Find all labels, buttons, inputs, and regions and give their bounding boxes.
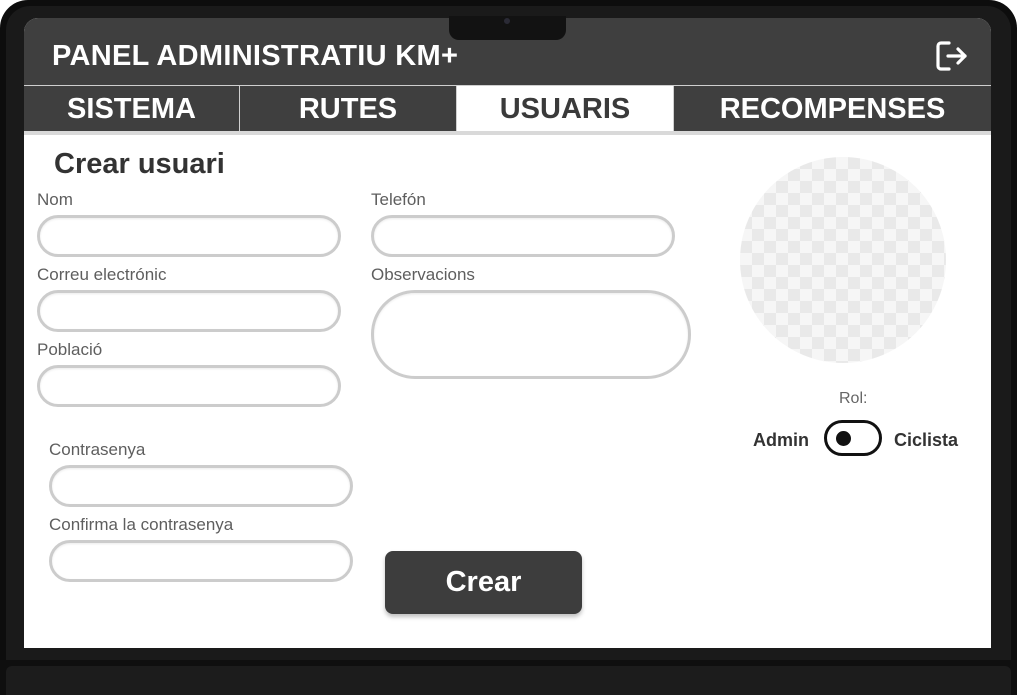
correu-label: Correu electrónic xyxy=(37,265,167,284)
avatar-placeholder[interactable] xyxy=(740,157,946,363)
logout-icon[interactable] xyxy=(935,39,969,73)
role-toggle[interactable] xyxy=(824,420,882,456)
tab-rutes[interactable]: RUTES xyxy=(240,86,457,132)
observacions-label: Observacions xyxy=(371,265,475,284)
main-tabs: SISTEMA RUTES USUARIS RECOMPENSES xyxy=(24,85,991,132)
poblacio-label: Població xyxy=(37,340,103,359)
poblacio-input[interactable] xyxy=(37,365,341,407)
observacions-textarea[interactable] xyxy=(371,290,691,379)
nom-label: Nom xyxy=(37,190,73,209)
toggle-knob xyxy=(836,431,851,446)
email-input[interactable] xyxy=(37,290,341,332)
app-title: PANEL ADMINISTRATIU KM+ xyxy=(52,40,459,72)
contrasenya-label: Contrasenya xyxy=(49,440,146,459)
camera-icon xyxy=(504,18,510,24)
telefon-label: Telefón xyxy=(371,190,426,209)
form-title: Crear usuari xyxy=(54,148,225,180)
camera-notch xyxy=(449,16,566,40)
app-screen: PANEL ADMINISTRATIU KM+ SISTEMA RUTES US… xyxy=(24,18,991,648)
role-admin-label: Admin xyxy=(753,430,809,450)
role-ciclista-label: Ciclista xyxy=(894,430,959,450)
create-button[interactable]: Crear xyxy=(385,551,582,614)
tab-recompenses[interactable]: RECOMPENSES xyxy=(674,86,991,132)
nom-input[interactable] xyxy=(37,215,341,257)
tab-divider xyxy=(24,131,991,135)
password-input[interactable] xyxy=(49,465,353,507)
laptop-base-lip xyxy=(6,666,1011,695)
tab-usuaris[interactable]: USUARIS xyxy=(457,86,674,132)
role-label: Rol: xyxy=(839,390,868,407)
confirma-label: Confirma la contrasenya xyxy=(49,515,234,534)
tab-sistema[interactable]: SISTEMA xyxy=(24,86,240,132)
telefon-input[interactable] xyxy=(371,215,675,257)
confirm-password-input[interactable] xyxy=(49,540,353,582)
